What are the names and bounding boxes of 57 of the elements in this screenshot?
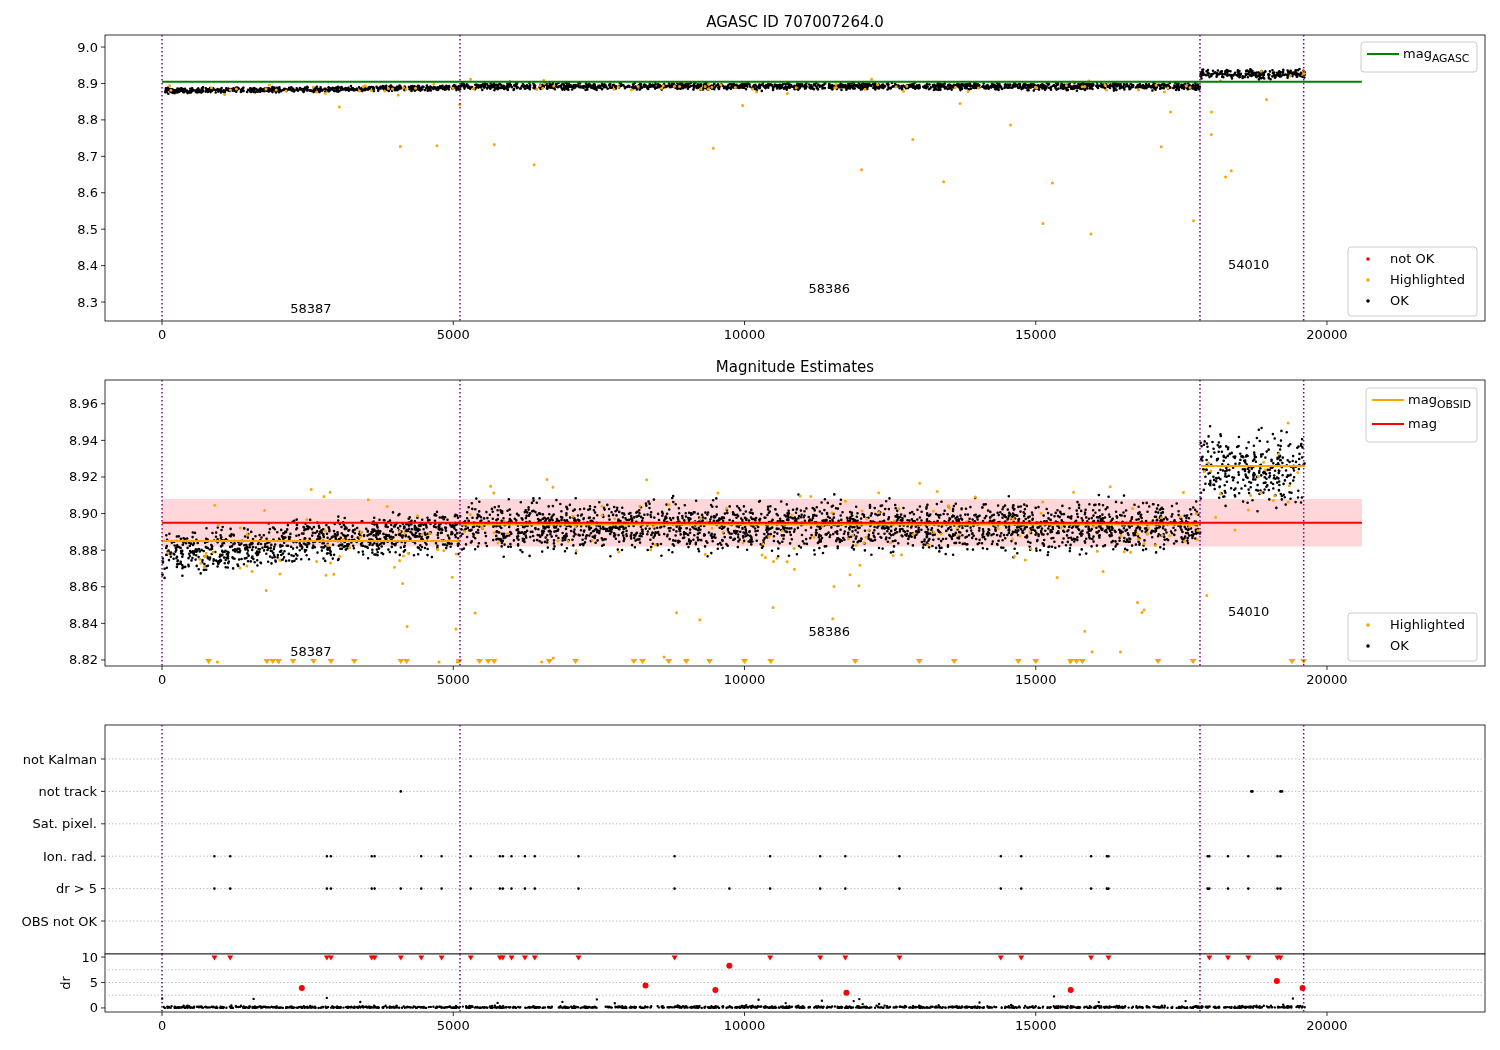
chart-title: AGASC ID 707007264.0 (706, 13, 884, 31)
tick-label: 10000 (723, 672, 766, 687)
tick-label: 8.6 (77, 185, 98, 201)
tick-label: 15000 (1015, 327, 1057, 342)
axis-label: dr (58, 976, 73, 990)
tick-label: 0 (157, 327, 167, 342)
obsid-label: 58387 (290, 644, 332, 660)
obsid-label: 58386 (808, 280, 850, 296)
tick-label: 8.3 (77, 294, 98, 310)
tick-label: 5 (89, 975, 98, 990)
flag-label: OBS not OK (21, 913, 97, 929)
tick-label: 8.7 (77, 148, 98, 164)
tick-label: 8.82 (69, 652, 98, 668)
obsid-label: 54010 (1227, 257, 1270, 273)
legend-label: OK (1390, 638, 1409, 653)
tick-label: 20000 (1306, 672, 1348, 687)
legend-label: not OK (1390, 251, 1435, 266)
tick-label: 0 (89, 1000, 98, 1016)
tick-label: 8.8 (77, 112, 98, 128)
tick-label: 5000 (436, 327, 470, 342)
obsid-label: 54010 (1227, 604, 1270, 620)
tick-label: 9.0 (77, 39, 98, 55)
tick-label: 15000 (1015, 672, 1057, 687)
tick-label: 8.84 (69, 615, 98, 631)
tick-label: 8.94 (69, 432, 98, 448)
flag-label: Ion. rad. (43, 848, 97, 864)
tick-label: 0 (157, 672, 167, 687)
tick-label: 0 (157, 1018, 167, 1033)
flag-label: dr > 5 (55, 881, 97, 897)
tick-label: 10000 (723, 327, 766, 342)
tick-label: 10000 (723, 1018, 766, 1033)
tick-label: 8.96 (69, 396, 98, 412)
tick-label: 5000 (436, 672, 470, 687)
tick-label: 8.4 (77, 258, 98, 274)
tick-label: 8.86 (69, 579, 98, 595)
obsid-label: 58387 (290, 301, 332, 316)
chart-title: Magnitude Estimates (715, 358, 875, 376)
legend-label: Highlighted (1390, 617, 1465, 632)
tick-label: 8.90 (69, 506, 98, 522)
flag-label: not track (38, 783, 97, 799)
tick-label: 15000 (1015, 1018, 1057, 1033)
obsid-label: 58386 (808, 624, 850, 640)
tick-label: 10 (81, 949, 98, 965)
legend-label: mag (1408, 416, 1437, 431)
tick-label: 8.92 (69, 469, 98, 485)
tick-label: 8.5 (77, 221, 98, 237)
tick-label: 5000 (436, 1018, 470, 1033)
flag-label: Sat. pixel. (32, 816, 97, 832)
tick-label: 8.9 (77, 75, 98, 91)
tick-label: 20000 (1306, 1018, 1348, 1033)
legend-label: mag$_{OBSID}$ (1408, 392, 1472, 407)
tick-label: 8.88 (69, 542, 98, 558)
legend-label: mag$_{AGASC}$ (1403, 46, 1470, 61)
tick-label: 20000 (1306, 327, 1348, 342)
legend-label: OK (1390, 293, 1409, 308)
legend-label: Highlighted (1390, 272, 1465, 287)
flag-label: not Kalman (22, 751, 97, 767)
